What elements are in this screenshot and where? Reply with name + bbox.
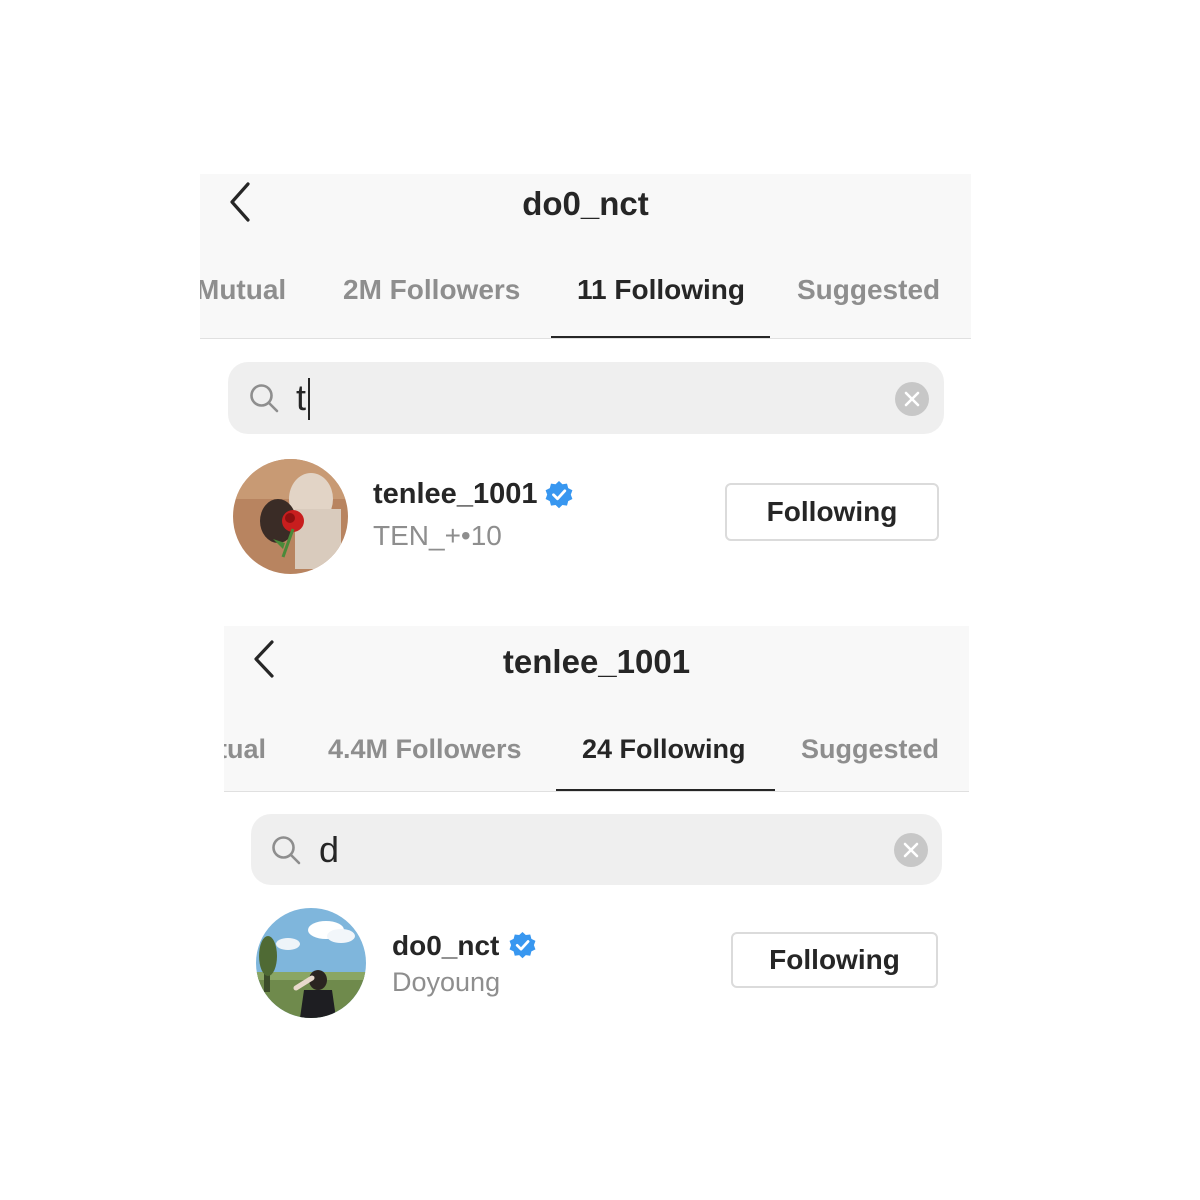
list-item[interactable]: tenlee_1001 TEN_+•10 Following [200, 454, 971, 584]
verified-badge-icon [545, 481, 573, 509]
search-input[interactable]: d [251, 814, 942, 885]
avatar[interactable] [233, 459, 348, 574]
following-panel-1: do0_nct Mutual 2M Followers 11 Following… [200, 174, 971, 594]
search-query: t [296, 377, 307, 418]
full-name: Doyoung [392, 967, 501, 997]
tab-mutual[interactable]: Mutual [200, 274, 286, 306]
page-title: do0_nct [522, 185, 649, 222]
close-icon [903, 842, 919, 858]
tab-followers[interactable]: 2M Followers [343, 274, 520, 306]
avatar-image [233, 459, 348, 574]
close-icon [904, 391, 920, 407]
full-name: TEN_+•10 [373, 520, 502, 551]
verified-badge-icon [509, 931, 536, 959]
tab-suggested[interactable]: Suggested [801, 734, 939, 765]
profile-header: tenlee_1001 Mutual 4.4M Followers 24 Fol… [224, 626, 969, 792]
tab-mutual[interactable]: Mutual [224, 734, 266, 765]
search-icon [250, 384, 279, 413]
avatar-image [256, 908, 366, 1018]
search-query: d [319, 829, 340, 870]
tab-followers[interactable]: 4.4M Followers [328, 734, 522, 765]
username[interactable]: do0_nct [392, 930, 499, 962]
username[interactable]: tenlee_1001 [373, 478, 537, 511]
search-icon [272, 836, 301, 865]
clear-search-button[interactable] [895, 382, 929, 416]
list-item[interactable]: do0_nct Doyoung Following [224, 906, 969, 1021]
avatar[interactable] [256, 908, 366, 1018]
clear-search-button[interactable] [894, 833, 928, 867]
tab-suggested[interactable]: Suggested [797, 274, 940, 306]
text-caret [308, 378, 310, 420]
active-tab-indicator [551, 336, 770, 338]
following-button[interactable]: Following [731, 932, 938, 988]
active-tab-indicator [556, 789, 775, 791]
tab-following[interactable]: 11 Following [577, 274, 745, 306]
search-input[interactable]: t [228, 362, 944, 434]
following-panel-2: tenlee_1001 Mutual 4.4M Followers 24 Fol… [224, 626, 969, 1026]
profile-header: do0_nct Mutual 2M Followers 11 Following… [200, 174, 971, 339]
following-button[interactable]: Following [725, 483, 939, 541]
tab-following[interactable]: 24 Following [582, 734, 746, 765]
page-title: tenlee_1001 [502, 643, 691, 680]
